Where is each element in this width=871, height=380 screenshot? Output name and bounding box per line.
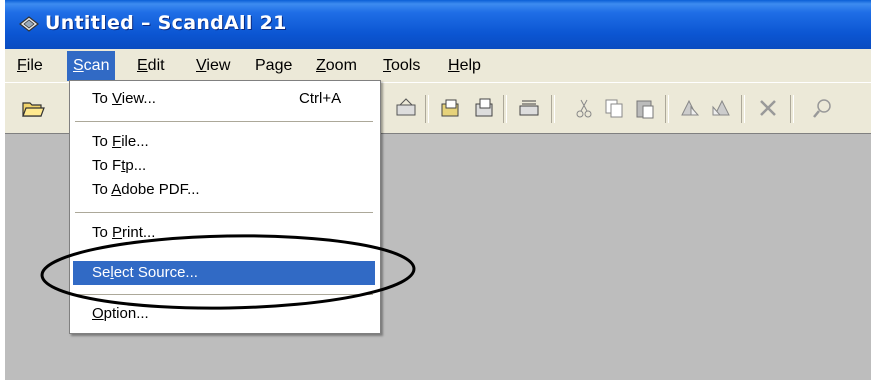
menu-item-to-ftp[interactable]: To Ftp... [73,154,375,178]
scan-icon[interactable] [393,95,419,121]
menu-item-to-view[interactable]: To View... Ctrl+A [73,87,375,111]
window-title: Untitled – ScandAll 21 [45,12,287,34]
title-bar: Untitled – ScandAll 21 [5,0,871,49]
menu-tools[interactable]: Tools [377,51,426,81]
menu-item-option[interactable]: Option... [73,302,375,326]
menu-file[interactable]: File [11,51,49,81]
rotate-left-icon[interactable] [677,95,703,121]
menu-scan[interactable]: Scan [67,51,116,81]
menu-help[interactable]: Help [442,51,487,81]
paste-icon[interactable] [632,95,658,121]
menu-bar: File Scan Edit View Page Zoom Tools Help [5,51,871,81]
cut-icon[interactable] [571,95,597,121]
menu-zoom[interactable]: Zoom [310,51,363,81]
scan-insert-icon[interactable] [516,95,542,121]
scan-batch-icon[interactable] [437,95,463,121]
scan-menu-dropdown: To View... Ctrl+A To File... To Ftp... T… [69,80,381,334]
delete-icon[interactable] [755,95,781,121]
menu-item-to-print[interactable]: To Print... [73,221,375,245]
menu-page[interactable]: Page [249,51,298,81]
menu-view[interactable]: View [190,51,236,81]
copy-icon[interactable] [601,95,627,121]
scanner-app-icon [19,16,39,32]
menu-edit[interactable]: Edit [131,51,171,81]
rotate-right-icon[interactable] [708,95,734,121]
zoom-icon[interactable] [810,95,836,121]
scan-page-icon[interactable] [471,95,497,121]
open-folder-icon[interactable] [20,95,46,121]
menu-separator [75,121,373,122]
menu-item-select-source[interactable]: Select Source... [73,261,375,285]
shortcut-label: Ctrl+A [299,90,342,107]
menu-separator [75,294,373,295]
menu-separator [75,212,373,213]
menu-item-to-file[interactable]: To File... [73,130,375,154]
menu-item-to-adobe-pdf[interactable]: To Adobe PDF... [73,178,375,202]
